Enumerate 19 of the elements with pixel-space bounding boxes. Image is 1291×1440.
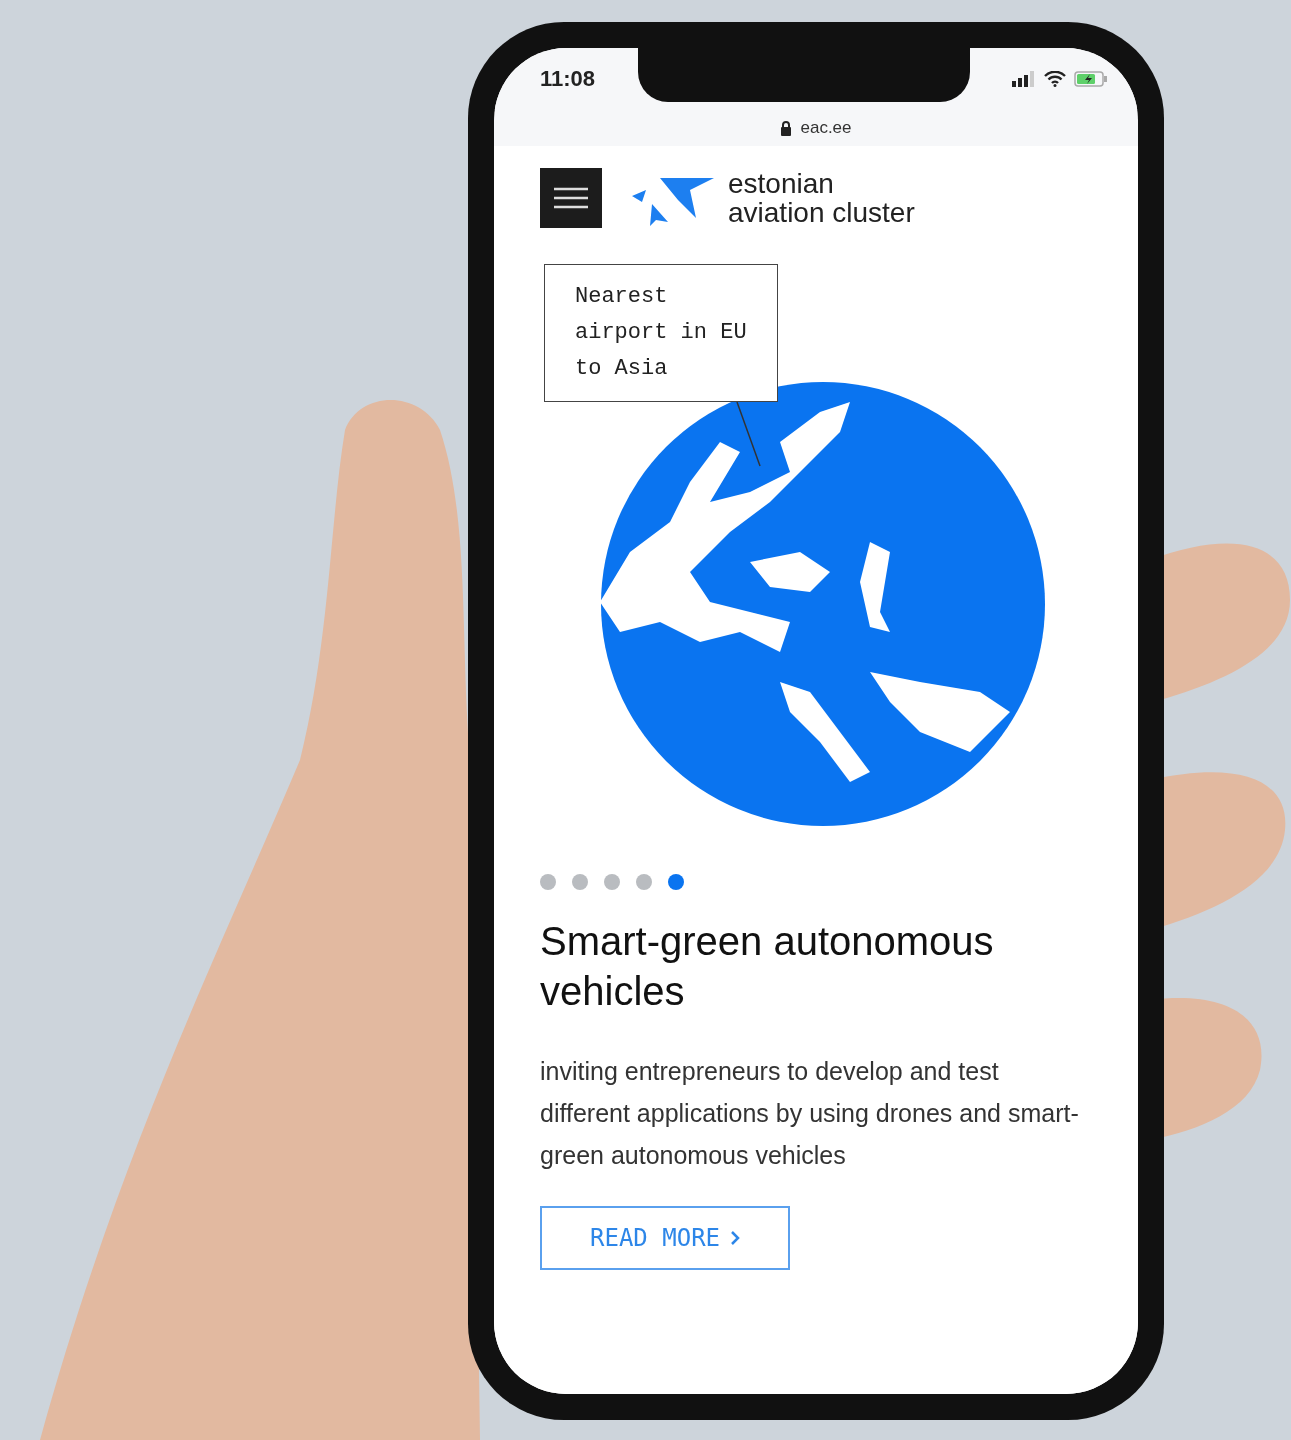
slide-title: Smart-green autonomous vehicles <box>540 918 995 1015</box>
battery-icon <box>1074 71 1108 87</box>
menu-icon <box>554 187 588 209</box>
carousel-dot[interactable] <box>636 874 652 890</box>
carousel-dot[interactable] <box>540 874 556 890</box>
carousel-dot[interactable] <box>668 874 684 890</box>
signal-icon <box>1012 71 1036 87</box>
lock-icon <box>780 120 793 136</box>
carousel-dot[interactable] <box>604 874 620 890</box>
status-time: 11:08 <box>540 66 596 92</box>
logo-text: estonian aviation cluster <box>728 169 915 227</box>
wifi-icon <box>1044 71 1066 87</box>
url-text[interactable]: eac.ee <box>800 118 852 138</box>
chevron-icon <box>730 1230 741 1246</box>
callout-box: Nearest airport in EU to Asia <box>544 264 778 402</box>
carousel-dot[interactable] <box>572 874 588 890</box>
read-more-button[interactable]: READ MORE <box>540 1206 791 1270</box>
menu-button[interactable] <box>540 168 602 228</box>
slide-text: inviting entrepreneurs to develop and test different applications by using drones and smart-green autonomous vehicles <box>540 1056 1080 1171</box>
